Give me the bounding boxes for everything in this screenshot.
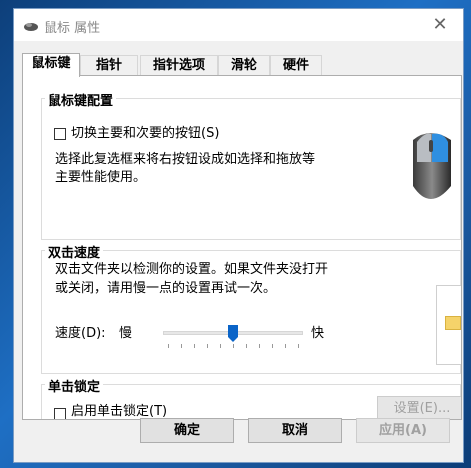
tab-label: 指针选项: [152, 58, 205, 73]
button-config-title: 鼠标键配置: [45, 90, 117, 109]
slider-thumb[interactable]: [228, 325, 238, 342]
button-config-description-2: 主要性能使用。: [55, 170, 147, 185]
mouse-illustration-icon: [413, 133, 451, 199]
slider-tick: [220, 344, 221, 348]
window-title: 鼠标 属性: [44, 21, 101, 36]
tab-label: 硬件: [282, 58, 309, 73]
ok-label: 确定: [173, 423, 200, 438]
click-lock-settings-button[interactable]: 设置(E)...: [377, 396, 461, 419]
slow-label: 慢: [119, 326, 133, 341]
slider-tick: [259, 344, 260, 348]
switch-buttons-label: 切换主要和次要的按钮(S): [71, 126, 220, 141]
slider-tick: [272, 344, 273, 348]
cancel-label: 取消: [281, 423, 308, 438]
tab-label: 指针: [95, 58, 122, 73]
close-icon: ✕: [432, 14, 448, 35]
tab-panel-buttons: 鼠标键配置 切换主要和次要的按钮(S) 选择此复选框来将右按钮设成如选择和拖放等…: [22, 75, 462, 420]
click-lock-title: 单击锁定: [45, 376, 104, 395]
cancel-button[interactable]: 取消: [248, 418, 342, 443]
test-folder-area[interactable]: [436, 285, 461, 365]
tab-wheel[interactable]: 滑轮: [218, 55, 270, 76]
apply-button[interactable]: 应用(A): [356, 418, 450, 443]
folder-preview-icon: [445, 316, 461, 330]
button-config-description: 选择此复选框来将右按钮设成如选择和拖放等: [55, 152, 316, 167]
ok-button[interactable]: 确定: [140, 418, 234, 443]
tab-pointer-options[interactable]: 指针选项: [140, 55, 218, 76]
fast-label: 快: [311, 326, 325, 341]
slider-tick: [194, 344, 195, 348]
double-click-title: 双击速度: [45, 242, 104, 261]
tab-label: 鼠标键: [31, 56, 71, 71]
mouse-properties-window: 鼠标 属性 ✕ 鼠标键 指针 指针选项 滑轮 硬件 鼠标键配置 切换主要和次要的…: [13, 8, 464, 463]
double-click-speed-slider[interactable]: [163, 322, 303, 352]
slider-tick: [298, 344, 299, 348]
apply-label: 应用(A): [379, 423, 427, 438]
slider-tick: [168, 344, 169, 348]
slider-tick: [181, 344, 182, 348]
slider-tick: [246, 344, 247, 348]
slider-tick: [207, 344, 208, 348]
click-lock-checkbox[interactable]: [54, 408, 66, 419]
tab-hardware[interactable]: 硬件: [270, 55, 322, 76]
tab-label: 滑轮: [230, 58, 257, 73]
mouse-icon: [24, 23, 38, 31]
tab-pointers[interactable]: 指针: [80, 55, 138, 76]
slider-tick: [233, 344, 234, 348]
slider-tick: [285, 344, 286, 348]
double-click-description: 双击文件夹以检测你的设置。如果文件夹没打开: [55, 262, 329, 277]
speed-label: 速度(D):: [55, 326, 106, 341]
double-click-description-2: 或关闭，请用慢一点的设置再试一次。: [55, 281, 277, 296]
settings-button-label: 设置(E)...: [393, 401, 451, 416]
close-button[interactable]: ✕: [417, 9, 463, 41]
title-bar: 鼠标 属性 ✕: [14, 9, 463, 41]
tab-buttons[interactable]: 鼠标键: [22, 53, 80, 77]
switch-buttons-checkbox[interactable]: [54, 128, 66, 140]
